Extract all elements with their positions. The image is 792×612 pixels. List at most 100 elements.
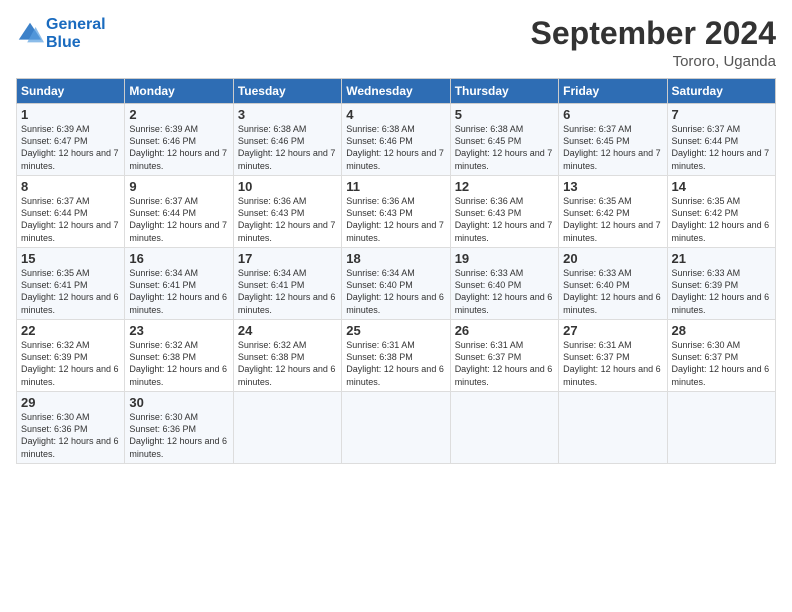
col-header-tuesday: Tuesday — [233, 79, 341, 104]
col-header-friday: Friday — [559, 79, 667, 104]
col-header-wednesday: Wednesday — [342, 79, 450, 104]
day-number: 30 — [129, 395, 228, 410]
calendar-cell: 15 Sunrise: 6:35 AMSunset: 6:41 PMDayligh… — [17, 248, 125, 320]
day-number: 5 — [455, 107, 554, 122]
calendar-cell: 21 Sunrise: 6:33 AMSunset: 6:39 PMDayligh… — [667, 248, 775, 320]
cell-info: Sunrise: 6:36 AMSunset: 6:43 PMDaylight:… — [455, 196, 553, 242]
month-title: September 2024 — [531, 16, 776, 51]
calendar-cell: 19 Sunrise: 6:33 AMSunset: 6:40 PMDayligh… — [450, 248, 558, 320]
calendar-cell: 2Sunrise: 6:39 AMSunset: 6:46 PMDaylight… — [125, 104, 233, 176]
page-container: General Blue September 2024 Tororo, Ugan… — [0, 0, 792, 474]
day-number: 11 — [346, 179, 445, 194]
calendar-cell: 29Sunrise: 6:30 AMSunset: 6:36 PMDayligh… — [17, 392, 125, 464]
day-number: 19 — [455, 251, 554, 266]
location: Tororo, Uganda — [531, 53, 776, 70]
cell-info: Sunrise: 6:39 AMSunset: 6:46 PMDaylight:… — [129, 124, 227, 170]
calendar-cell — [450, 392, 558, 464]
col-header-saturday: Saturday — [667, 79, 775, 104]
calendar-cell: 26Sunrise: 6:31 AMSunset: 6:37 PMDayligh… — [450, 320, 558, 392]
day-number: 1 — [21, 107, 120, 122]
day-number: 9 — [129, 179, 228, 194]
cell-info: Sunrise: 6:36 AMSunset: 6:43 PMDaylight:… — [346, 196, 444, 242]
calendar-cell: 30 Sunrise: 6:30 AMSunset: 6:36 PMDayligh… — [125, 392, 233, 464]
calendar-week-row: 8Sunrise: 6:37 AMSunset: 6:44 PMDaylight… — [17, 176, 776, 248]
calendar-cell: 10 Sunrise: 6:36 AMSunset: 6:43 PMDayligh… — [233, 176, 341, 248]
col-header-sunday: Sunday — [17, 79, 125, 104]
cell-info: Sunrise: 6:33 AMSunset: 6:39 PMDaylight:… — [672, 268, 770, 314]
cell-info: Sunrise: 6:34 AMSunset: 6:40 PMDaylight:… — [346, 268, 444, 314]
day-number: 3 — [238, 107, 337, 122]
day-number: 27 — [563, 323, 662, 338]
day-number: 4 — [346, 107, 445, 122]
cell-info: Sunrise: 6:38 AMSunset: 6:46 PMDaylight:… — [346, 124, 444, 170]
cell-info: Sunrise: 6:35 AMSunset: 6:42 PMDaylight:… — [563, 196, 661, 242]
cell-info: Sunrise: 6:35 AMSunset: 6:42 PMDaylight:… — [672, 196, 770, 242]
calendar-cell: 8Sunrise: 6:37 AMSunset: 6:44 PMDaylight… — [17, 176, 125, 248]
calendar-cell — [342, 392, 450, 464]
calendar-cell: 5 Sunrise: 6:38 AMSunset: 6:45 PMDaylight… — [450, 104, 558, 176]
cell-info: Sunrise: 6:31 AMSunset: 6:38 PMDaylight:… — [346, 340, 444, 386]
day-number: 10 — [238, 179, 337, 194]
cell-info: Sunrise: 6:30 AMSunset: 6:36 PMDaylight:… — [129, 412, 227, 458]
calendar-week-row: 1 Sunrise: 6:39 AMSunset: 6:47 PMDaylight… — [17, 104, 776, 176]
day-number: 13 — [563, 179, 662, 194]
cell-info: Sunrise: 6:30 AMSunset: 6:37 PMDaylight:… — [672, 340, 770, 386]
cell-info: Sunrise: 6:39 AMSunset: 6:47 PMDaylight:… — [21, 124, 119, 170]
calendar-cell: 13 Sunrise: 6:35 AMSunset: 6:42 PMDayligh… — [559, 176, 667, 248]
logo: General Blue — [16, 16, 106, 51]
calendar-week-row: 29Sunrise: 6:30 AMSunset: 6:36 PMDayligh… — [17, 392, 776, 464]
title-section: September 2024 Tororo, Uganda — [531, 16, 776, 70]
calendar-cell: 12 Sunrise: 6:36 AMSunset: 6:43 PMDayligh… — [450, 176, 558, 248]
cell-info: Sunrise: 6:34 AMSunset: 6:41 PMDaylight:… — [238, 268, 336, 314]
calendar-table: SundayMondayTuesdayWednesdayThursdayFrid… — [16, 78, 776, 464]
day-number: 28 — [672, 323, 771, 338]
day-number: 22 — [21, 323, 120, 338]
day-number: 20 — [563, 251, 662, 266]
day-number: 6 — [563, 107, 662, 122]
cell-info: Sunrise: 6:32 AMSunset: 6:38 PMDaylight:… — [238, 340, 336, 386]
cell-info: Sunrise: 6:37 AMSunset: 6:44 PMDaylight:… — [672, 124, 770, 170]
calendar-header-row: SundayMondayTuesdayWednesdayThursdayFrid… — [17, 79, 776, 104]
calendar-cell — [559, 392, 667, 464]
logo-general: General — [46, 16, 106, 33]
day-number: 16 — [129, 251, 228, 266]
cell-info: Sunrise: 6:30 AMSunset: 6:36 PMDaylight:… — [21, 412, 119, 458]
calendar-cell: 18 Sunrise: 6:34 AMSunset: 6:40 PMDayligh… — [342, 248, 450, 320]
cell-info: Sunrise: 6:34 AMSunset: 6:41 PMDaylight:… — [129, 268, 227, 314]
cell-info: Sunrise: 6:31 AMSunset: 6:37 PMDaylight:… — [455, 340, 553, 386]
calendar-cell: 11 Sunrise: 6:36 AMSunset: 6:43 PMDayligh… — [342, 176, 450, 248]
calendar-cell: 4 Sunrise: 6:38 AMSunset: 6:46 PMDaylight… — [342, 104, 450, 176]
day-number: 18 — [346, 251, 445, 266]
calendar-cell: 20 Sunrise: 6:33 AMSunset: 6:40 PMDayligh… — [559, 248, 667, 320]
day-number: 25 — [346, 323, 445, 338]
cell-info: Sunrise: 6:33 AMSunset: 6:40 PMDaylight:… — [563, 268, 661, 314]
calendar-week-row: 22Sunrise: 6:32 AMSunset: 6:39 PMDayligh… — [17, 320, 776, 392]
day-number: 21 — [672, 251, 771, 266]
day-number: 15 — [21, 251, 120, 266]
day-number: 12 — [455, 179, 554, 194]
calendar-cell: 25 Sunrise: 6:31 AMSunset: 6:38 PMDayligh… — [342, 320, 450, 392]
cell-info: Sunrise: 6:36 AMSunset: 6:43 PMDaylight:… — [238, 196, 336, 242]
calendar-cell: 9Sunrise: 6:37 AMSunset: 6:44 PMDaylight… — [125, 176, 233, 248]
day-number: 14 — [672, 179, 771, 194]
calendar-cell: 24Sunrise: 6:32 AMSunset: 6:38 PMDayligh… — [233, 320, 341, 392]
cell-info: Sunrise: 6:31 AMSunset: 6:37 PMDaylight:… — [563, 340, 661, 386]
calendar-cell: 3 Sunrise: 6:38 AMSunset: 6:46 PMDaylight… — [233, 104, 341, 176]
calendar-week-row: 15 Sunrise: 6:35 AMSunset: 6:41 PMDayligh… — [17, 248, 776, 320]
cell-info: Sunrise: 6:35 AMSunset: 6:41 PMDaylight:… — [21, 268, 119, 314]
day-number: 17 — [238, 251, 337, 266]
calendar-cell — [233, 392, 341, 464]
calendar-cell: 22Sunrise: 6:32 AMSunset: 6:39 PMDayligh… — [17, 320, 125, 392]
cell-info: Sunrise: 6:37 AMSunset: 6:45 PMDaylight:… — [563, 124, 661, 170]
cell-info: Sunrise: 6:38 AMSunset: 6:46 PMDaylight:… — [238, 124, 336, 170]
calendar-cell: 17 Sunrise: 6:34 AMSunset: 6:41 PMDayligh… — [233, 248, 341, 320]
calendar-cell: 1 Sunrise: 6:39 AMSunset: 6:47 PMDaylight… — [17, 104, 125, 176]
day-number: 7 — [672, 107, 771, 122]
logo-icon — [16, 20, 44, 48]
calendar-cell: 6 Sunrise: 6:37 AMSunset: 6:45 PMDaylight… — [559, 104, 667, 176]
header: General Blue September 2024 Tororo, Ugan… — [16, 16, 776, 70]
cell-info: Sunrise: 6:38 AMSunset: 6:45 PMDaylight:… — [455, 124, 553, 170]
cell-info: Sunrise: 6:33 AMSunset: 6:40 PMDaylight:… — [455, 268, 553, 314]
calendar-cell: 14 Sunrise: 6:35 AMSunset: 6:42 PMDayligh… — [667, 176, 775, 248]
col-header-thursday: Thursday — [450, 79, 558, 104]
